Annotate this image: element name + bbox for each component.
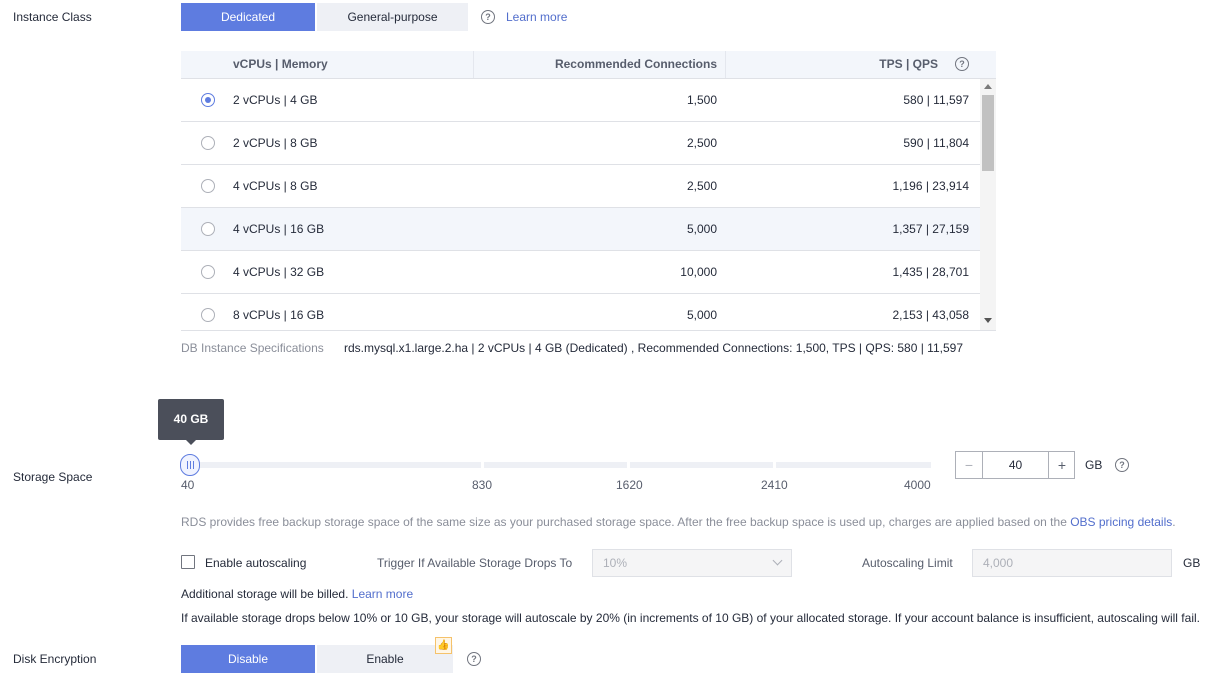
trigger-select-value: 10% (603, 556, 628, 570)
enable-autoscaling-label[interactable]: Enable autoscaling (205, 556, 306, 570)
enable-encryption-option[interactable]: Enable (317, 645, 453, 673)
row-radio[interactable] (201, 222, 215, 236)
learn-more-link[interactable]: Learn more (506, 10, 567, 24)
table-row[interactable]: 4 vCPUs | 8 GB 2,500 1,196 | 23,914 (181, 165, 980, 208)
row-spec: 2 vCPUs | 8 GB (233, 136, 318, 150)
row-connections: 5,000 (686, 222, 717, 236)
row-connections: 2,500 (686, 179, 717, 193)
autoscaling-description: If available storage drops below 10% or … (181, 611, 1200, 625)
table-row[interactable]: 8 vCPUs | 16 GB 5,000 2,153 | 43,058 (181, 294, 980, 331)
slider-tick: 830 (472, 478, 493, 492)
backup-note-end: . (1172, 515, 1176, 529)
row-radio[interactable] (201, 308, 215, 322)
db-instance-spec-value: rds.mysql.x1.large.2.ha | 2 vCPUs | 4 GB… (344, 341, 963, 355)
row-spec: 4 vCPUs | 8 GB (233, 179, 318, 193)
row-tps-qps: 580 | 11,597 (903, 93, 969, 107)
table-row[interactable]: 2 vCPUs | 8 GB 2,500 590 | 11,804 (181, 122, 980, 165)
enable-autoscaling-checkbox[interactable] (181, 555, 195, 569)
backup-note-text: RDS provides free backup storage space o… (181, 515, 1071, 529)
slider-tick: 40 (181, 478, 195, 492)
row-spec: 4 vCPUs | 16 GB (233, 222, 325, 236)
row-radio[interactable] (201, 179, 215, 193)
chevron-down-icon (772, 555, 783, 566)
learn-more-link[interactable]: Learn more (352, 587, 413, 601)
help-icon[interactable]: ? (1115, 458, 1129, 472)
table-row[interactable]: 4 vCPUs | 32 GB 10,000 1,435 | 28,701 (181, 251, 980, 294)
row-spec: 4 vCPUs | 32 GB (233, 265, 325, 279)
scrollbar-thumb[interactable] (982, 95, 994, 171)
slider-track[interactable] (630, 462, 773, 468)
billed-note-text: Additional storage will be billed. (181, 587, 349, 601)
row-tps-qps: 1,196 | 23,914 (892, 179, 969, 193)
slider-tick: 4000 (904, 478, 931, 492)
autoscaling-limit-label: Autoscaling Limit (862, 556, 953, 570)
disable-encryption-option[interactable]: Disable (181, 645, 315, 673)
instance-class-label: Instance Class (13, 10, 92, 24)
row-tps-qps: 1,435 | 28,701 (892, 265, 969, 279)
row-tps-qps: 590 | 11,804 (903, 136, 969, 150)
row-tps-qps: 1,357 | 27,159 (892, 222, 969, 236)
trigger-label: Trigger If Available Storage Drops To (377, 556, 573, 570)
help-icon[interactable]: ? (467, 652, 481, 666)
spec-table-header: vCPUs | Memory Recommended Connections T… (181, 51, 996, 79)
table-row[interactable]: 4 vCPUs | 16 GB 5,000 1,357 | 27,159 (181, 208, 980, 251)
slider-tick: 1620 (616, 478, 643, 492)
storage-space-label: Storage Space (13, 470, 93, 484)
db-instance-spec-label: DB Instance Specifications (181, 341, 324, 355)
scroll-up-arrow-icon[interactable] (984, 84, 992, 89)
trigger-select[interactable]: 10% (592, 549, 792, 577)
slider-track[interactable] (776, 462, 931, 468)
header-vcpus-memory: vCPUs | Memory (233, 57, 328, 71)
general-purpose-option[interactable]: General-purpose (317, 3, 468, 31)
row-connections: 1,500 (686, 93, 717, 107)
storage-stepper[interactable]: − 40 + (955, 451, 1075, 479)
increment-button[interactable]: + (1048, 452, 1075, 478)
row-radio[interactable] (201, 265, 215, 279)
storage-unit: GB (1085, 458, 1103, 472)
decrement-button[interactable]: − (956, 452, 983, 478)
obs-pricing-link[interactable]: OBS pricing details (1070, 515, 1172, 529)
autoscaling-limit-input[interactable]: 4,000 (972, 549, 1172, 577)
storage-tooltip: 40 GB (158, 399, 224, 445)
row-connections: 10,000 (680, 265, 717, 279)
row-radio-selected[interactable] (201, 93, 215, 107)
dedicated-option[interactable]: Dedicated (181, 3, 315, 31)
billed-note: Additional storage will be billed. Learn… (181, 587, 413, 601)
autoscaling-limit-unit: GB (1183, 556, 1201, 570)
slider-track[interactable] (484, 462, 627, 468)
disk-encryption-label: Disk Encryption (13, 652, 97, 666)
scroll-down-arrow-icon[interactable] (984, 318, 992, 323)
header-tps-qps: TPS | QPS (879, 57, 938, 71)
row-connections: 2,500 (686, 136, 717, 150)
slider-handle[interactable] (180, 454, 200, 476)
header-recommended-connections: Recommended Connections (554, 57, 717, 71)
help-icon[interactable]: ? (481, 10, 495, 24)
storage-value-input[interactable]: 40 (983, 452, 1048, 478)
slider-tick: 2410 (761, 478, 788, 492)
row-radio[interactable] (201, 136, 215, 150)
slider-track[interactable] (181, 462, 481, 468)
backup-note: RDS provides free backup storage space o… (181, 515, 1176, 529)
row-spec: 2 vCPUs | 4 GB (233, 93, 318, 107)
help-icon[interactable]: ? (955, 57, 969, 71)
table-bottom-border (181, 330, 996, 331)
thumbs-up-icon: 👍 (435, 637, 452, 654)
table-row[interactable]: 2 vCPUs | 4 GB 1,500 580 | 11,597 (181, 79, 980, 122)
